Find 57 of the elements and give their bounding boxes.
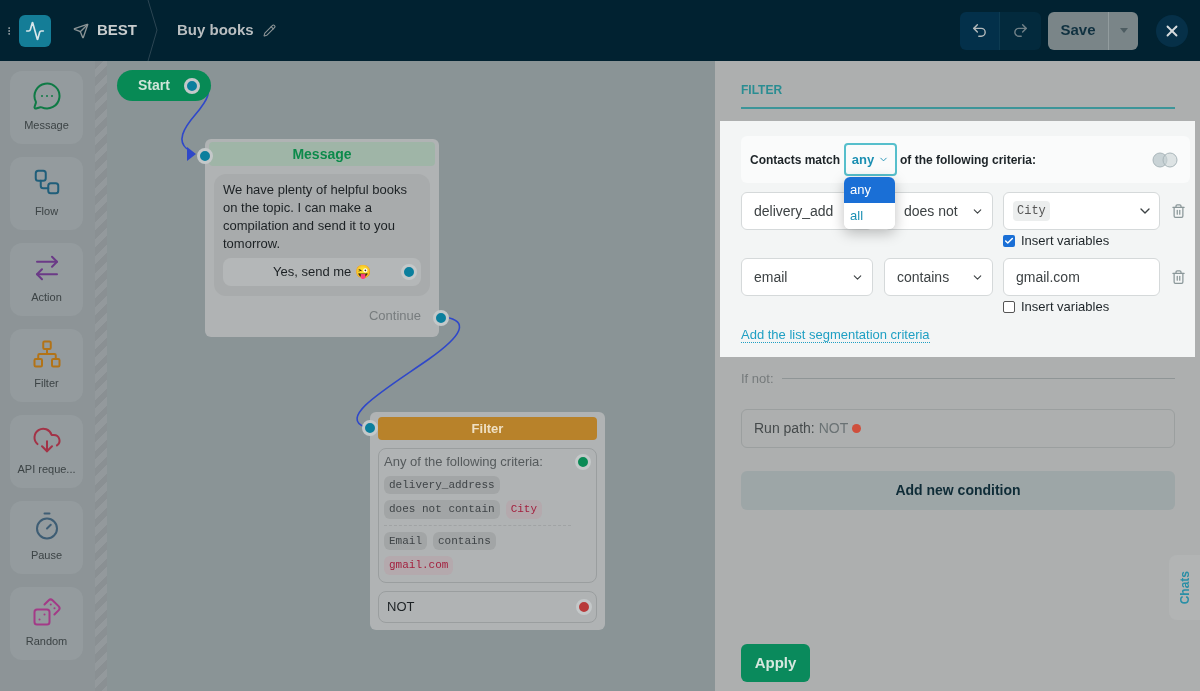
value-select[interactable]: City	[1003, 192, 1160, 230]
add-condition-button[interactable]: Add new condition	[741, 470, 1175, 510]
logo-icon[interactable]	[19, 14, 51, 47]
undo-icon	[971, 22, 988, 39]
apply-button[interactable]: Apply	[741, 644, 810, 682]
criteria-label: Any of the following criteria:	[384, 453, 543, 471]
dropdown-option[interactable]: all	[844, 203, 896, 229]
delete-icon[interactable]	[1171, 203, 1186, 219]
checkbox-label: Insert variables	[1021, 232, 1110, 251]
checkbox[interactable]	[1003, 235, 1015, 247]
reply-button[interactable]: Yes, send me 😜	[223, 258, 421, 286]
palette-item[interactable]: Message	[10, 71, 83, 144]
redo-button[interactable]	[1000, 11, 1041, 50]
criteria-chip: City	[505, 500, 543, 519]
criteria-chip: does not contain	[384, 500, 500, 519]
caret-icon	[1119, 28, 1128, 33]
not-path-box: NOT	[378, 590, 597, 623]
palette-item[interactable]: API reque...	[10, 415, 83, 488]
overlap-circles-icon	[1152, 151, 1178, 168]
palette-item[interactable]: Filter	[10, 329, 83, 402]
continue-label: Continue	[368, 307, 421, 325]
criteria-chip: delivery_address	[384, 475, 500, 494]
redo-icon	[1012, 22, 1029, 39]
delete-icon[interactable]	[1171, 269, 1186, 285]
criteria-chip: contains	[433, 531, 496, 550]
flow-title: Buy books	[177, 20, 254, 41]
edit-icon[interactable]	[262, 24, 276, 37]
palette-item[interactable]: Random	[10, 587, 83, 660]
check-icon	[1004, 236, 1014, 246]
checkbox[interactable]	[1003, 301, 1015, 313]
dropdown-option[interactable]: any	[844, 177, 896, 203]
checkbox-label: Insert variables	[1021, 298, 1110, 317]
add-criteria-link[interactable]: Add the list segmentation criteria	[741, 327, 930, 343]
operator-select[interactable]: contains	[884, 258, 993, 296]
palette-item[interactable]: Flow	[10, 157, 83, 230]
undo-button[interactable]	[960, 11, 1000, 50]
channel-name[interactable]: BEST	[97, 19, 137, 42]
paper-plane-icon	[73, 22, 89, 39]
panel-title: FILTER	[741, 83, 783, 97]
chat-bubble-icon	[31, 81, 62, 112]
node-header: Message	[209, 142, 435, 166]
breadcrumb-separator-icon	[147, 0, 159, 61]
run-path-box: Run path: NOT	[741, 408, 1175, 448]
criteria-chip: gmail.com	[384, 556, 454, 575]
value-field[interactable]: gmail.com	[1003, 258, 1160, 296]
branch-icon	[31, 339, 62, 370]
close-button[interactable]	[1156, 14, 1188, 47]
palette-item[interactable]: Pause	[10, 501, 83, 574]
message-node[interactable]: Message We have plenty of helpful books on the topic. I can make a compilation and send it to you tomorrow. Yes, send me 😜 Continue	[205, 139, 439, 337]
field-select[interactable]: email	[741, 258, 873, 296]
palette-item[interactable]: Action	[10, 243, 83, 316]
message-text: We have plenty of helpful books on the topic. I can make a compilation and send it to you tomorrow.	[223, 181, 409, 253]
filter-node[interactable]: Filter Any of the following criteria: delivery_address does not contain City Email contains gmail.com NOT	[370, 412, 605, 630]
dice-icon	[31, 597, 62, 628]
start-node[interactable]: Start	[117, 70, 211, 101]
criteria-chip: Email	[384, 531, 427, 550]
node-header: Filter	[378, 417, 597, 440]
